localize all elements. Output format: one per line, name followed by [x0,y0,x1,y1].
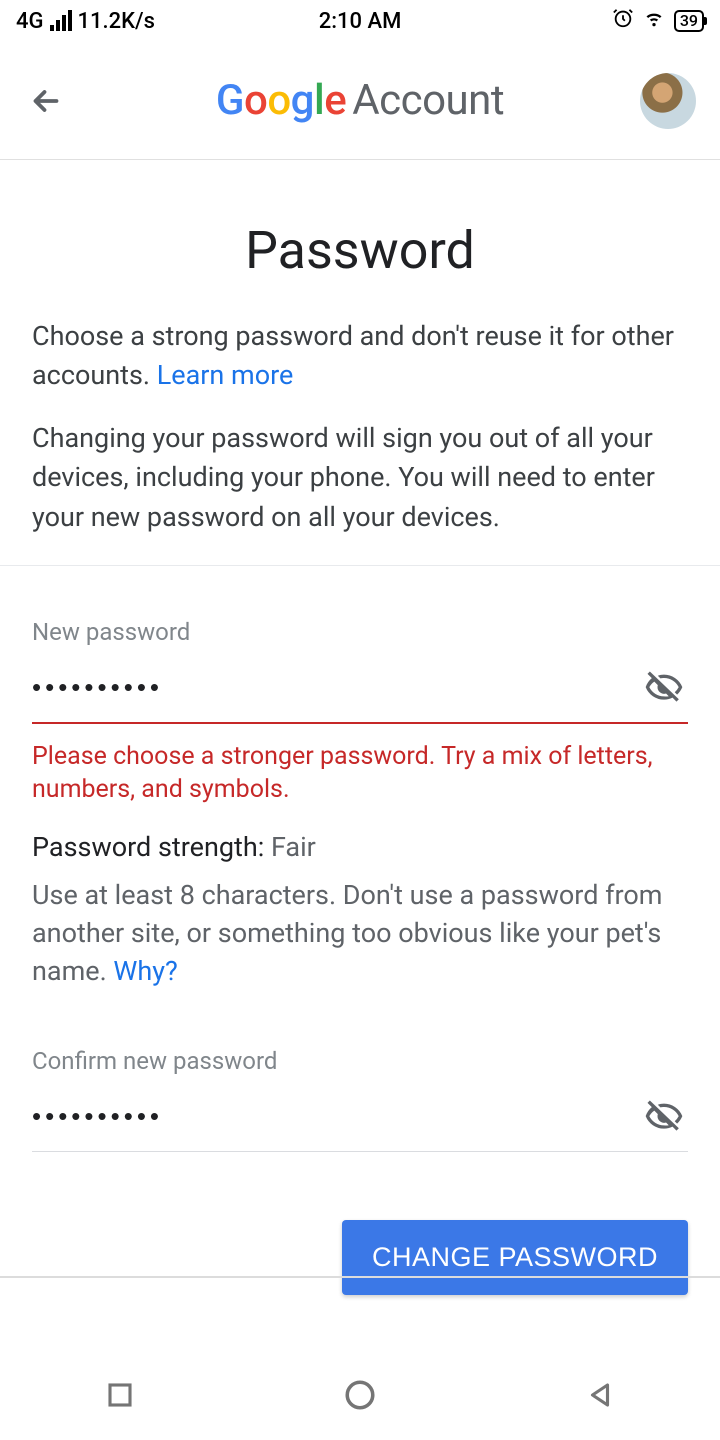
change-password-button[interactable]: CHANGE PASSWORD [342,1220,688,1295]
app-title: Google Account [216,76,504,125]
confirm-password-row [32,1093,688,1152]
account-label: Account [352,76,504,125]
confirm-password-label: Confirm new password [32,1047,688,1075]
status-right: 39 [612,7,704,35]
alarm-icon [612,7,634,35]
password-form: New password Please choose a stronger pa… [0,566,720,1152]
android-nav-bar [0,1350,720,1440]
strength-value: Fair [271,831,316,863]
bottom-separator [0,1276,720,1278]
network-type: 4G [16,9,44,34]
new-password-input[interactable] [32,672,640,703]
why-link[interactable]: Why? [113,955,177,987]
network-speed: 11.2K/s [78,9,155,34]
back-nav-button[interactable] [578,1373,622,1417]
toggle-visibility-icon[interactable] [640,1093,688,1141]
status-bar: 4G 11.2K/s 2:10 AM 39 [0,0,720,42]
avatar[interactable] [640,73,696,129]
action-row: CHANGE PASSWORD [0,1152,720,1295]
new-password-label: New password [32,618,688,646]
password-strength: Password strength: Fair [32,831,688,863]
confirm-password-input[interactable] [32,1101,640,1132]
intro-text-1: Choose a strong password and don't reuse… [32,317,688,395]
content-header: Password Choose a strong password and do… [0,160,720,537]
password-error: Please choose a stronger password. Try a… [32,740,688,808]
intro-text-2: Changing your password will sign you out… [32,419,688,536]
password-hint: Use at least 8 characters. Don't use a p… [32,877,688,990]
home-button[interactable] [338,1373,382,1417]
signal-icon [50,11,72,31]
page-title: Password [32,220,688,281]
clock: 2:10 AM [319,9,402,34]
app-bar: Google Account [0,42,720,160]
learn-more-link[interactable]: Learn more [157,359,294,391]
google-logo: Google [216,76,346,125]
status-left: 4G 11.2K/s [16,9,155,34]
new-password-row [32,664,688,724]
toggle-visibility-icon[interactable] [640,664,688,712]
back-button[interactable] [24,79,68,123]
wifi-icon [642,8,666,34]
battery-icon: 39 [674,10,704,32]
recent-apps-button[interactable] [98,1373,142,1417]
